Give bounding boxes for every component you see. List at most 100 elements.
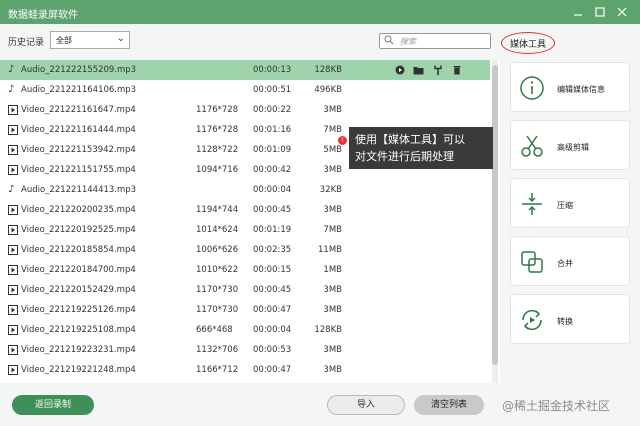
media-tools-tooltip: 使用【媒体工具】可以 对文件进行后期处理 (349, 127, 493, 169)
tooltip-alert-icon: ! (338, 136, 347, 145)
file-row[interactable]: Video_221219225108.mp4 666*468 00:00:04 128… (0, 320, 490, 340)
file-size: 3MB (323, 345, 342, 355)
window-title: 数据蛙录屏软件 (8, 10, 78, 21)
history-filter-select[interactable]: 全部 ⌄ (50, 31, 130, 49)
file-size: 11MB (318, 245, 342, 255)
file-duration: 00:00:53 (253, 345, 292, 355)
scissors-icon (521, 135, 543, 157)
video-file-icon (8, 285, 19, 295)
clear-list-button[interactable]: 清空列表 (414, 395, 484, 415)
file-duration: 00:01:09 (253, 145, 292, 155)
file-resolution: 1132*706 (196, 345, 239, 355)
file-name: Video_221220184700.mp4 (21, 265, 136, 275)
file-duration: 00:01:16 (253, 125, 292, 135)
file-row[interactable]: Video_221221161647.mp4 1176*728 00:00:22 3M… (0, 100, 490, 120)
import-button[interactable]: 导入 (327, 395, 405, 415)
file-duration: 00:00:04 (253, 185, 292, 195)
tooltip-line-2: 对文件进行后期处理 (355, 150, 454, 163)
file-size: 7MB (323, 125, 342, 135)
file-duration: 00:02:35 (253, 245, 292, 255)
trash-icon[interactable] (451, 64, 462, 75)
history-filter-value: 全部 (56, 36, 72, 45)
back-to-record-button[interactable]: 返回录制 (12, 395, 94, 415)
file-resolution: 1128*722 (196, 145, 239, 155)
file-duration: 00:01:19 (253, 225, 292, 235)
bottom-bar: 返回录制 导入 清空列表 @稀土掘金技术社区 (0, 385, 640, 426)
video-file-icon (8, 165, 19, 175)
file-row[interactable]: Video_221219221248.mp4 1166*712 00:00:47 3M… (0, 360, 490, 380)
convert-icon (522, 309, 542, 331)
video-file-icon (8, 225, 19, 235)
file-size: 32KB (319, 185, 342, 195)
file-row[interactable]: Video_221219223231.mp4 1132*706 00:00:53 3M… (0, 340, 490, 360)
tool-label: 转换 (557, 317, 573, 326)
file-row[interactable]: Video_221219225126.mp4 1170*730 00:00:47 3M… (0, 300, 490, 320)
file-duration: 00:00:45 (253, 285, 292, 295)
search-input[interactable]: 搜索 (379, 33, 491, 49)
video-file-icon (8, 145, 19, 155)
video-file-icon (8, 365, 19, 375)
file-size: 3MB (323, 205, 342, 215)
tool-label: 高级剪辑 (557, 143, 589, 152)
file-name: Video_221221153942.mp4 (21, 145, 136, 155)
folder-icon[interactable] (413, 64, 424, 75)
file-resolution: 1094*716 (196, 165, 239, 175)
tool-label: 编辑媒体信息 (557, 85, 605, 94)
file-row[interactable]: Video_221220200235.mp4 1194*744 00:00:45 3M… (0, 200, 490, 220)
play-icon[interactable] (394, 64, 405, 75)
file-name: Video_221221161444.mp4 (21, 125, 136, 135)
file-row[interactable]: Video_221220152429.mp4 1170*730 00:00:45 3M… (0, 280, 490, 300)
title-bar: 数据蛙录屏软件 (0, 0, 640, 24)
video-file-icon (8, 305, 19, 315)
file-duration: 00:00:42 (253, 165, 292, 175)
close-icon[interactable] (614, 4, 630, 20)
video-file-icon (8, 345, 19, 355)
file-row[interactable]: Video_221220184700.mp4 1010*622 00:00:15 1M… (0, 260, 490, 280)
minimize-icon[interactable] (570, 4, 586, 20)
file-name: Video_221219221248.mp4 (21, 365, 136, 375)
video-file-icon (8, 245, 19, 255)
media-tools-panel: 编辑媒体信息 高级剪辑 压缩 合并 转换 (506, 58, 630, 358)
search-placeholder: 搜索 (400, 37, 416, 46)
file-size: 1MB (323, 265, 342, 275)
scrollbar-thumb[interactable] (492, 65, 498, 365)
file-name: Video_221221161647.mp4 (21, 105, 136, 115)
file-duration: 00:00:47 (253, 365, 292, 375)
tool-edit-media-info[interactable]: 编辑媒体信息 (510, 62, 630, 112)
file-row[interactable]: ♪ Audio_221221164106.mp3 00:00:51 496KB (0, 80, 490, 100)
file-row[interactable]: Video_221220192525.mp4 1014*624 00:01:19 7M… (0, 220, 490, 240)
compress-icon (522, 193, 542, 215)
list-scrollbar[interactable] (492, 60, 498, 383)
file-list: ♪ Audio_221222155209.mp3 00:00:13 128KB ♪ Aud… (0, 60, 500, 383)
tool-merge[interactable]: 合并 (510, 236, 630, 286)
media-tools-button[interactable]: 媒体工具 (501, 32, 555, 54)
file-size: 128KB (314, 325, 342, 335)
file-duration: 00:00:04 (253, 325, 292, 335)
file-row[interactable]: ♪ Audio_221221144413.mp3 00:00:04 32KB (0, 180, 490, 200)
file-resolution: 1166*712 (196, 365, 239, 375)
file-duration: 00:00:45 (253, 205, 292, 215)
file-row[interactable]: Video_221220185854.mp4 1006*626 00:02:35 11… (0, 240, 490, 260)
maximize-icon[interactable] (592, 4, 608, 20)
file-size: 3MB (323, 105, 342, 115)
file-resolution: 1010*622 (196, 265, 239, 275)
wrench-icon[interactable] (432, 64, 443, 75)
file-name: Video_221219225108.mp4 (21, 325, 136, 335)
file-row[interactable]: ♪ Audio_221222155209.mp3 00:00:13 128KB (0, 60, 490, 80)
file-name: Video_221221151755.mp4 (21, 165, 136, 175)
file-size: 7MB (323, 225, 342, 235)
music-note-icon: ♪ (8, 64, 15, 75)
video-file-icon (8, 125, 19, 135)
file-name: Video_221220152429.mp4 (21, 285, 136, 295)
video-file-icon (8, 205, 19, 215)
history-label: 历史记录 (8, 38, 45, 48)
tool-convert[interactable]: 转换 (510, 294, 630, 344)
file-resolution: 1176*728 (196, 125, 239, 135)
file-duration: 00:00:13 (253, 65, 292, 75)
tool-compress[interactable]: 压缩 (510, 178, 630, 228)
file-name: Video_221219223231.mp4 (21, 345, 136, 355)
tool-label: 压缩 (557, 201, 573, 210)
file-resolution: 666*468 (196, 325, 233, 335)
watermark: @稀土掘金技术社区 (502, 399, 611, 413)
tool-advanced-trim[interactable]: 高级剪辑 (510, 120, 630, 170)
